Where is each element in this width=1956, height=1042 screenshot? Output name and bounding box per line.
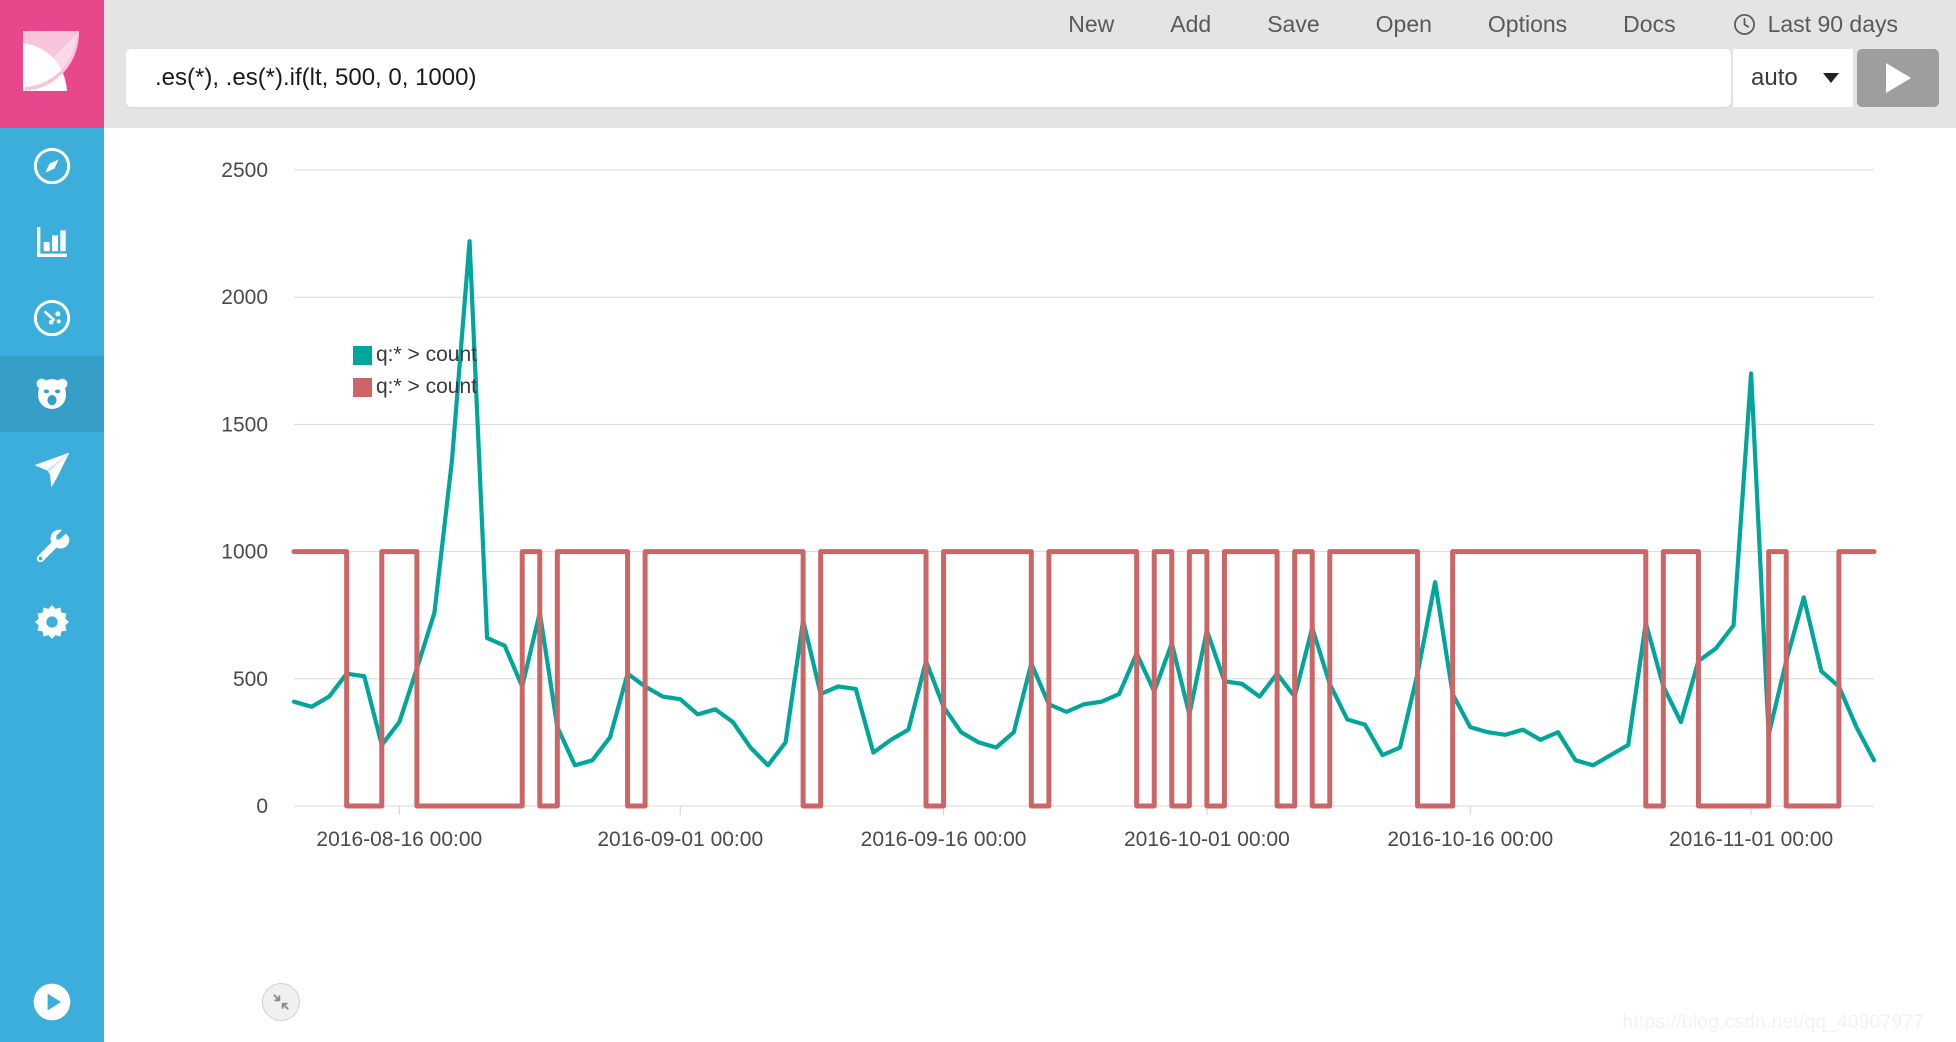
collapse-panel-button[interactable] [262, 983, 300, 1021]
play-circle-icon [33, 983, 71, 1021]
wrench-icon [36, 529, 70, 563]
kibana-logo[interactable] [0, 0, 104, 128]
paper-plane-icon [34, 452, 70, 488]
y-axis-tick-label: 2500 [221, 159, 268, 182]
nav-options[interactable]: Options [1488, 11, 1567, 38]
nav-save[interactable]: Save [1267, 11, 1319, 38]
collapse-arrows-icon [273, 994, 289, 1010]
timelion-app: New Add Save Open Options Docs Last 90 d… [0, 0, 1956, 1042]
x-axis-tick-label: 2016-10-01 00:00 [1124, 828, 1290, 851]
dashboard-icon [33, 299, 71, 337]
y-axis-tick-label: 1500 [221, 413, 268, 436]
sidebar-item-discover[interactable] [0, 128, 104, 204]
chart-area: 0 500 1000 1500 2000 2500 2016-08-16 00:00 2016… [104, 128, 1956, 1042]
query-row: .es(*), .es(*).if(lt, 500, 0, 1000) auto [104, 49, 1956, 117]
x-axis-tick-label: 2016-09-01 00:00 [597, 828, 763, 851]
timelion-bear-icon [36, 378, 68, 409]
sidebar-item-visualize[interactable] [0, 204, 104, 280]
sidebar-item-management[interactable] [0, 584, 104, 660]
compass-icon [33, 147, 71, 185]
time-range-picker[interactable]: Last 90 days [1732, 11, 1898, 38]
play-icon [1885, 63, 1911, 93]
time-range-label: Last 90 days [1767, 11, 1898, 37]
series-line-1 [291, 239, 1877, 768]
sidebar-collapse-button[interactable] [0, 980, 104, 1024]
clock-icon [1732, 12, 1757, 37]
timelion-chart[interactable]: 0 500 1000 1500 2000 2500 2016-08-16 00:00 2016… [104, 128, 1956, 1042]
interval-value: auto [1751, 64, 1798, 91]
y-axis-tick-label: 1000 [221, 541, 268, 564]
watermark: https://blog.csdn.net/qq_40907977 [1622, 1012, 1924, 1033]
x-axis-tick-label: 2016-09-16 00:00 [861, 828, 1027, 851]
topbar: New Add Save Open Options Docs Last 90 d… [104, 0, 1956, 128]
y-axis-tick-label: 2000 [221, 286, 268, 309]
run-query-button[interactable] [1857, 49, 1939, 107]
timelion-expression-input[interactable]: .es(*), .es(*).if(lt, 500, 0, 1000) [126, 49, 1731, 107]
gear-icon [35, 605, 69, 639]
main-panel: New Add Save Open Options Docs Last 90 d… [104, 0, 1956, 1042]
x-axis-tick-label: 2016-10-16 00:00 [1387, 828, 1553, 851]
nav-add[interactable]: Add [1170, 11, 1211, 38]
sidebar-item-dev-tools[interactable] [0, 508, 104, 584]
nav-open[interactable]: Open [1376, 11, 1432, 38]
y-axis-tick-label: 0 [256, 795, 268, 818]
x-axis-tick-label: 2016-11-01 00:00 [1669, 828, 1833, 851]
interval-select[interactable]: auto [1733, 49, 1853, 107]
nav-docs[interactable]: Docs [1623, 11, 1675, 38]
sidebar-item-dashboard[interactable] [0, 280, 104, 356]
y-axis-tick-label: 500 [233, 668, 268, 691]
sidebar-item-graph[interactable] [0, 432, 104, 508]
x-axis-tick-label: 2016-08-16 00:00 [316, 828, 482, 851]
sidebar-item-timelion[interactable] [0, 356, 104, 432]
bar-chart-icon [37, 227, 67, 257]
sidebar [0, 0, 104, 1042]
top-navigation: New Add Save Open Options Docs Last 90 d… [104, 0, 1956, 49]
nav-new[interactable]: New [1068, 11, 1114, 38]
chevron-down-icon [1823, 73, 1839, 83]
